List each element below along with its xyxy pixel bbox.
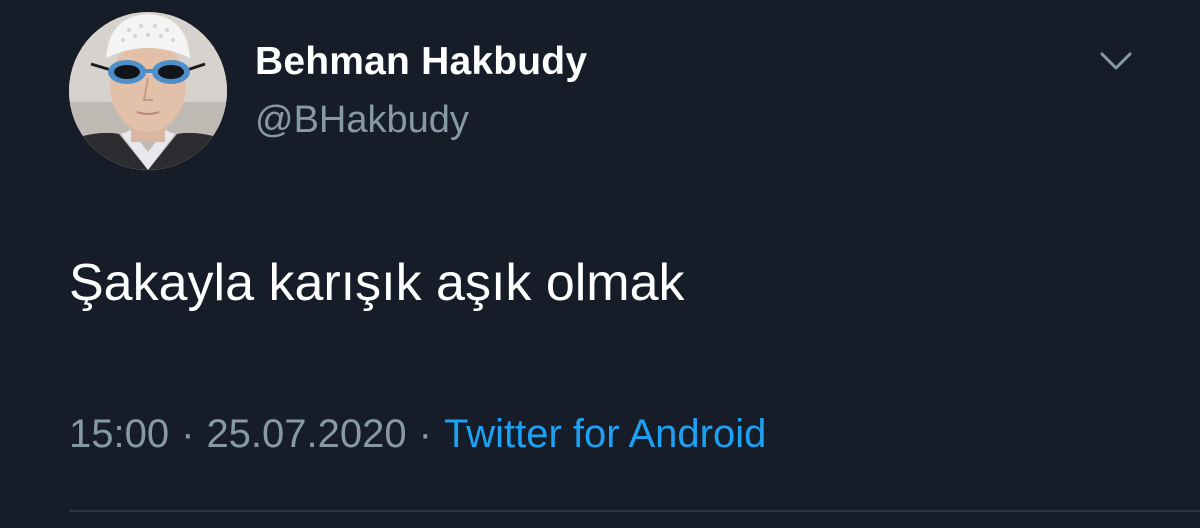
divider (69, 510, 1200, 512)
chevron-down-icon[interactable] (1096, 44, 1136, 78)
tweet-text: Şakayla karışık aşık olmak (69, 254, 685, 312)
tweet-card: Behman Hakbudy @BHakbudy Şakayla karışık… (0, 0, 1200, 528)
avatar[interactable] (69, 12, 227, 170)
tweet-source-link[interactable]: Twitter for Android (444, 412, 766, 456)
tweet-time: 15:00 (69, 412, 170, 456)
display-name[interactable]: Behman Hakbudy (255, 40, 587, 84)
meta-separator: · (181, 412, 195, 456)
user-handle[interactable]: @BHakbudy (255, 99, 469, 142)
avatar-image (69, 12, 227, 170)
tweet-meta: 15:00 · 25.07.2020 · Twitter for Android (69, 412, 766, 457)
meta-separator: · (418, 412, 432, 456)
tweet-date: 25.07.2020 (206, 412, 407, 456)
